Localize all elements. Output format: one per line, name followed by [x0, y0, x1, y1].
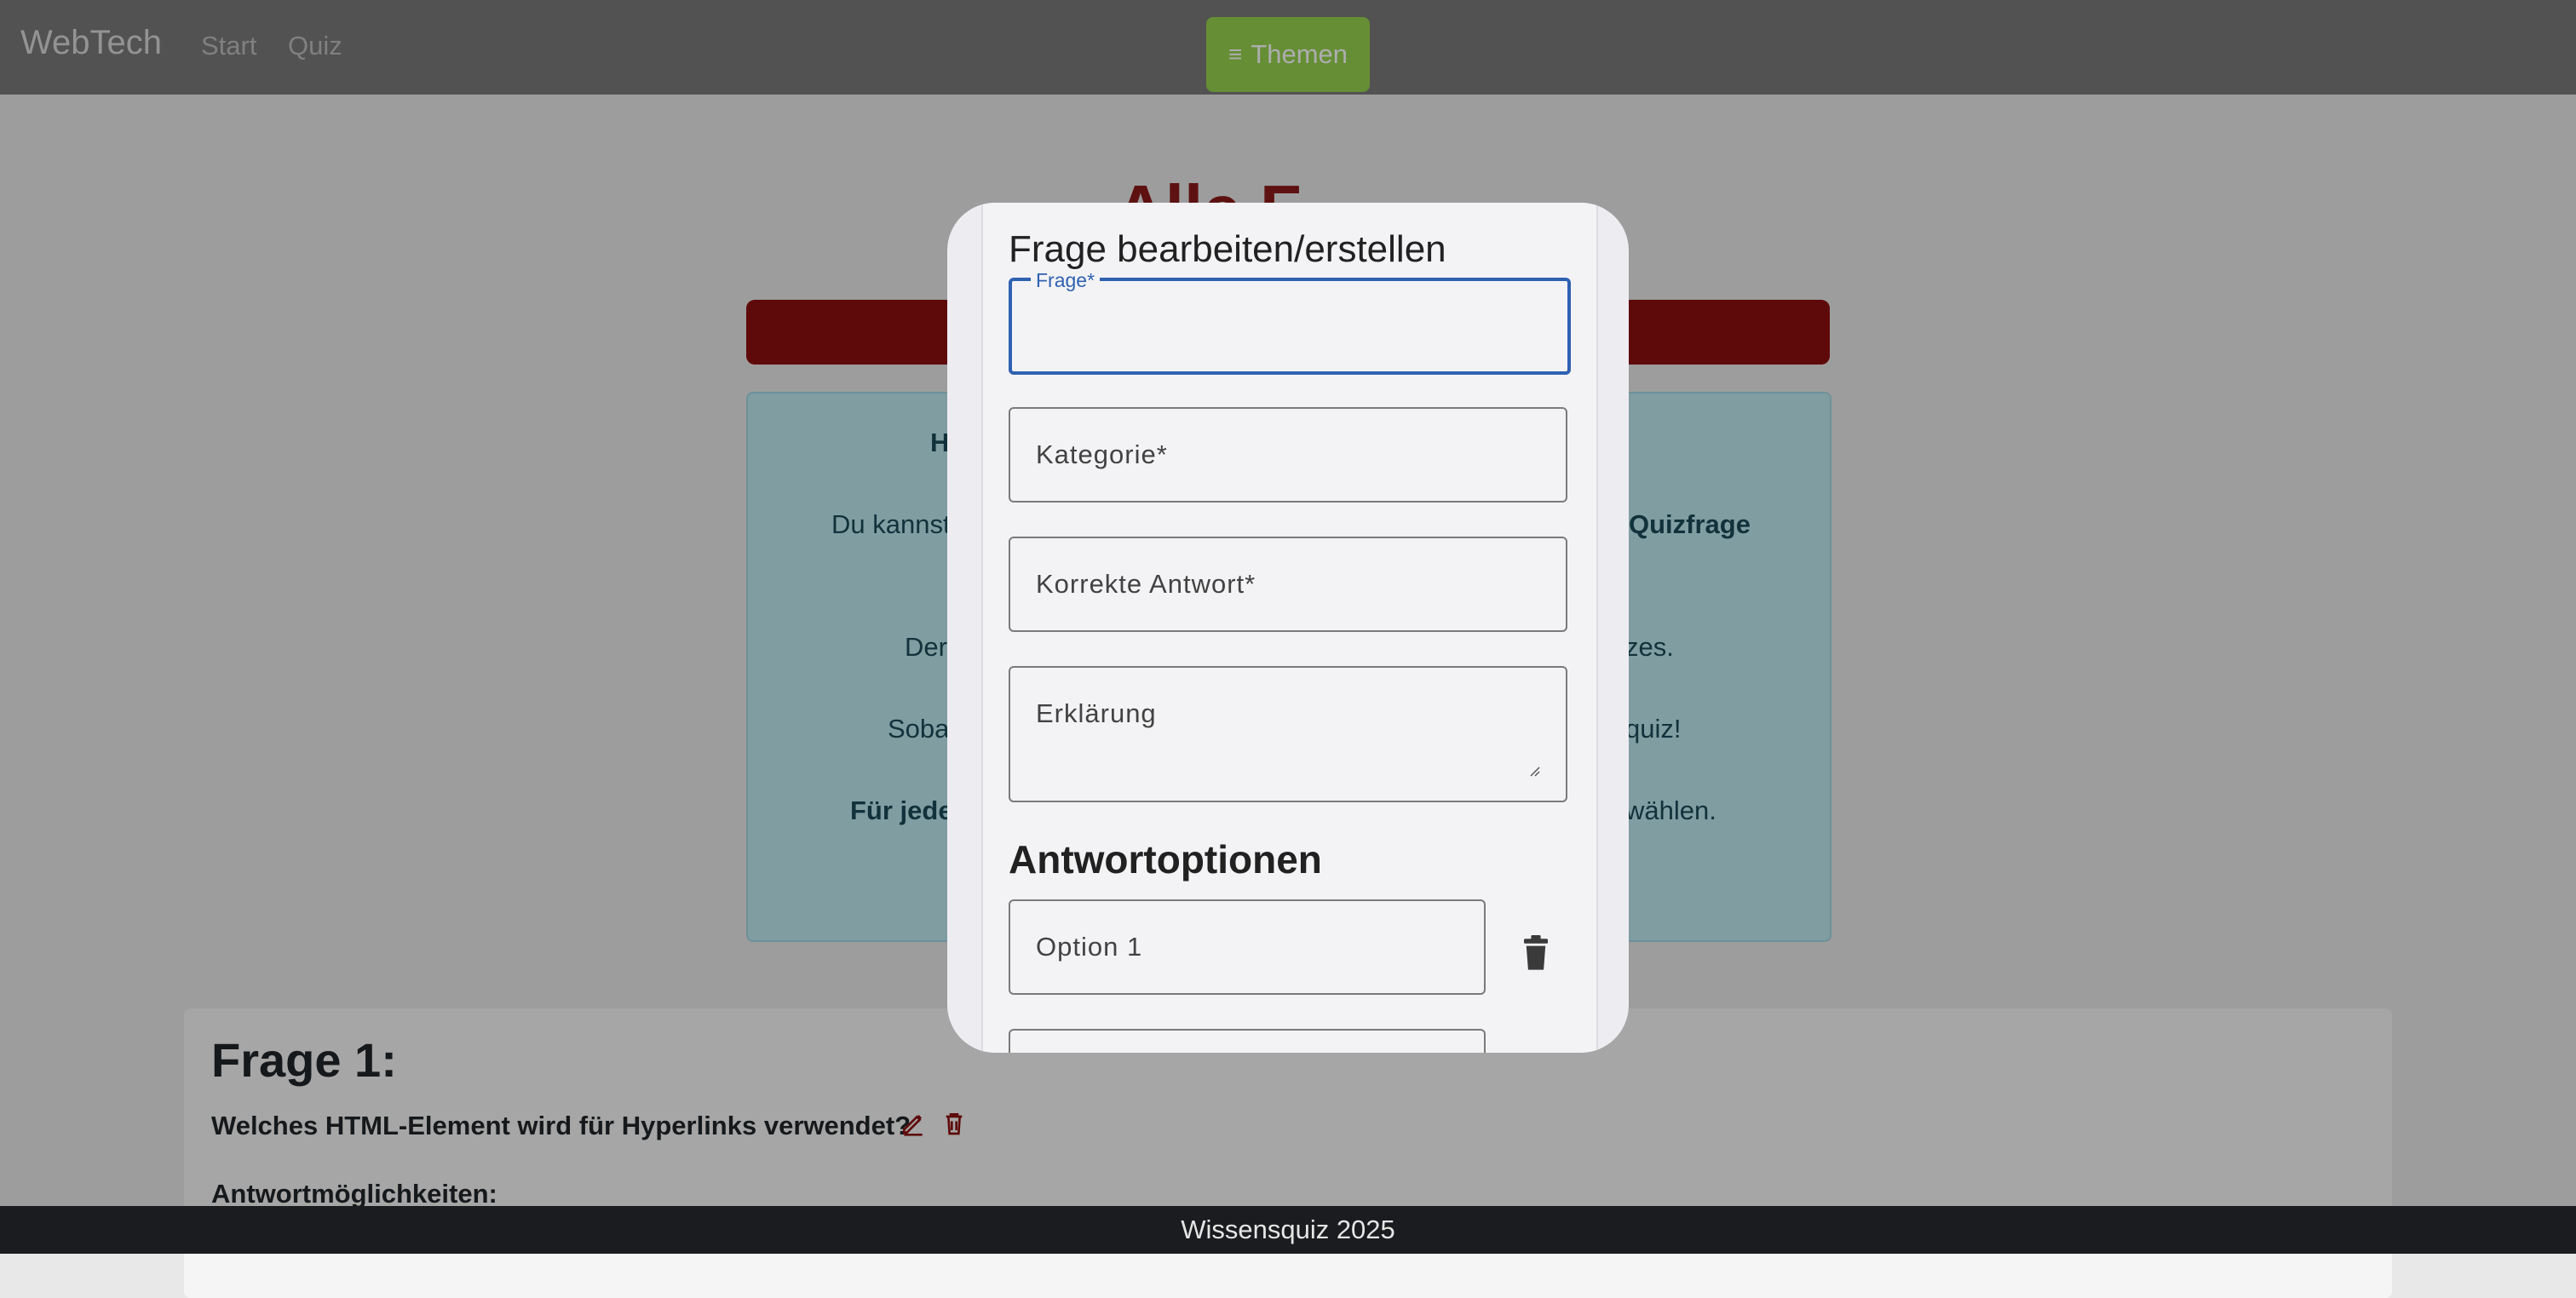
korrekte-antwort-field-label: Korrekte Antwort*: [1036, 569, 1256, 599]
frage-field[interactable]: Frage*: [1009, 269, 1571, 375]
option-field[interactable]: [1009, 1029, 1486, 1053]
erklaerung-field[interactable]: Erklärung: [1009, 666, 1567, 802]
erklaerung-field-label: Erklärung: [1036, 698, 1157, 728]
kategorie-field-label: Kategorie*: [1036, 439, 1168, 469]
options-title: Antwortoptionen: [1009, 837, 1322, 882]
kategorie-field[interactable]: Kategorie*: [1009, 407, 1567, 503]
resize-handle-icon[interactable]: [1528, 765, 1540, 777]
modal-title: Frage bearbeiten/erstellen: [1009, 228, 1446, 270]
trash-icon[interactable]: [1521, 935, 1550, 971]
frage-field-label: Frage*: [1031, 269, 1101, 292]
korrekte-antwort-field[interactable]: Korrekte Antwort*: [1009, 537, 1567, 632]
footer-text: Wissensquiz 2025: [1181, 1215, 1395, 1244]
option-field-label: Option 1: [1036, 932, 1143, 962]
footer: Wissensquiz 2025: [0, 1206, 2576, 1254]
edit-question-modal: Frage bearbeiten/erstellen Frage* Katego…: [947, 203, 1629, 1053]
option-field[interactable]: Option 1: [1009, 899, 1486, 995]
